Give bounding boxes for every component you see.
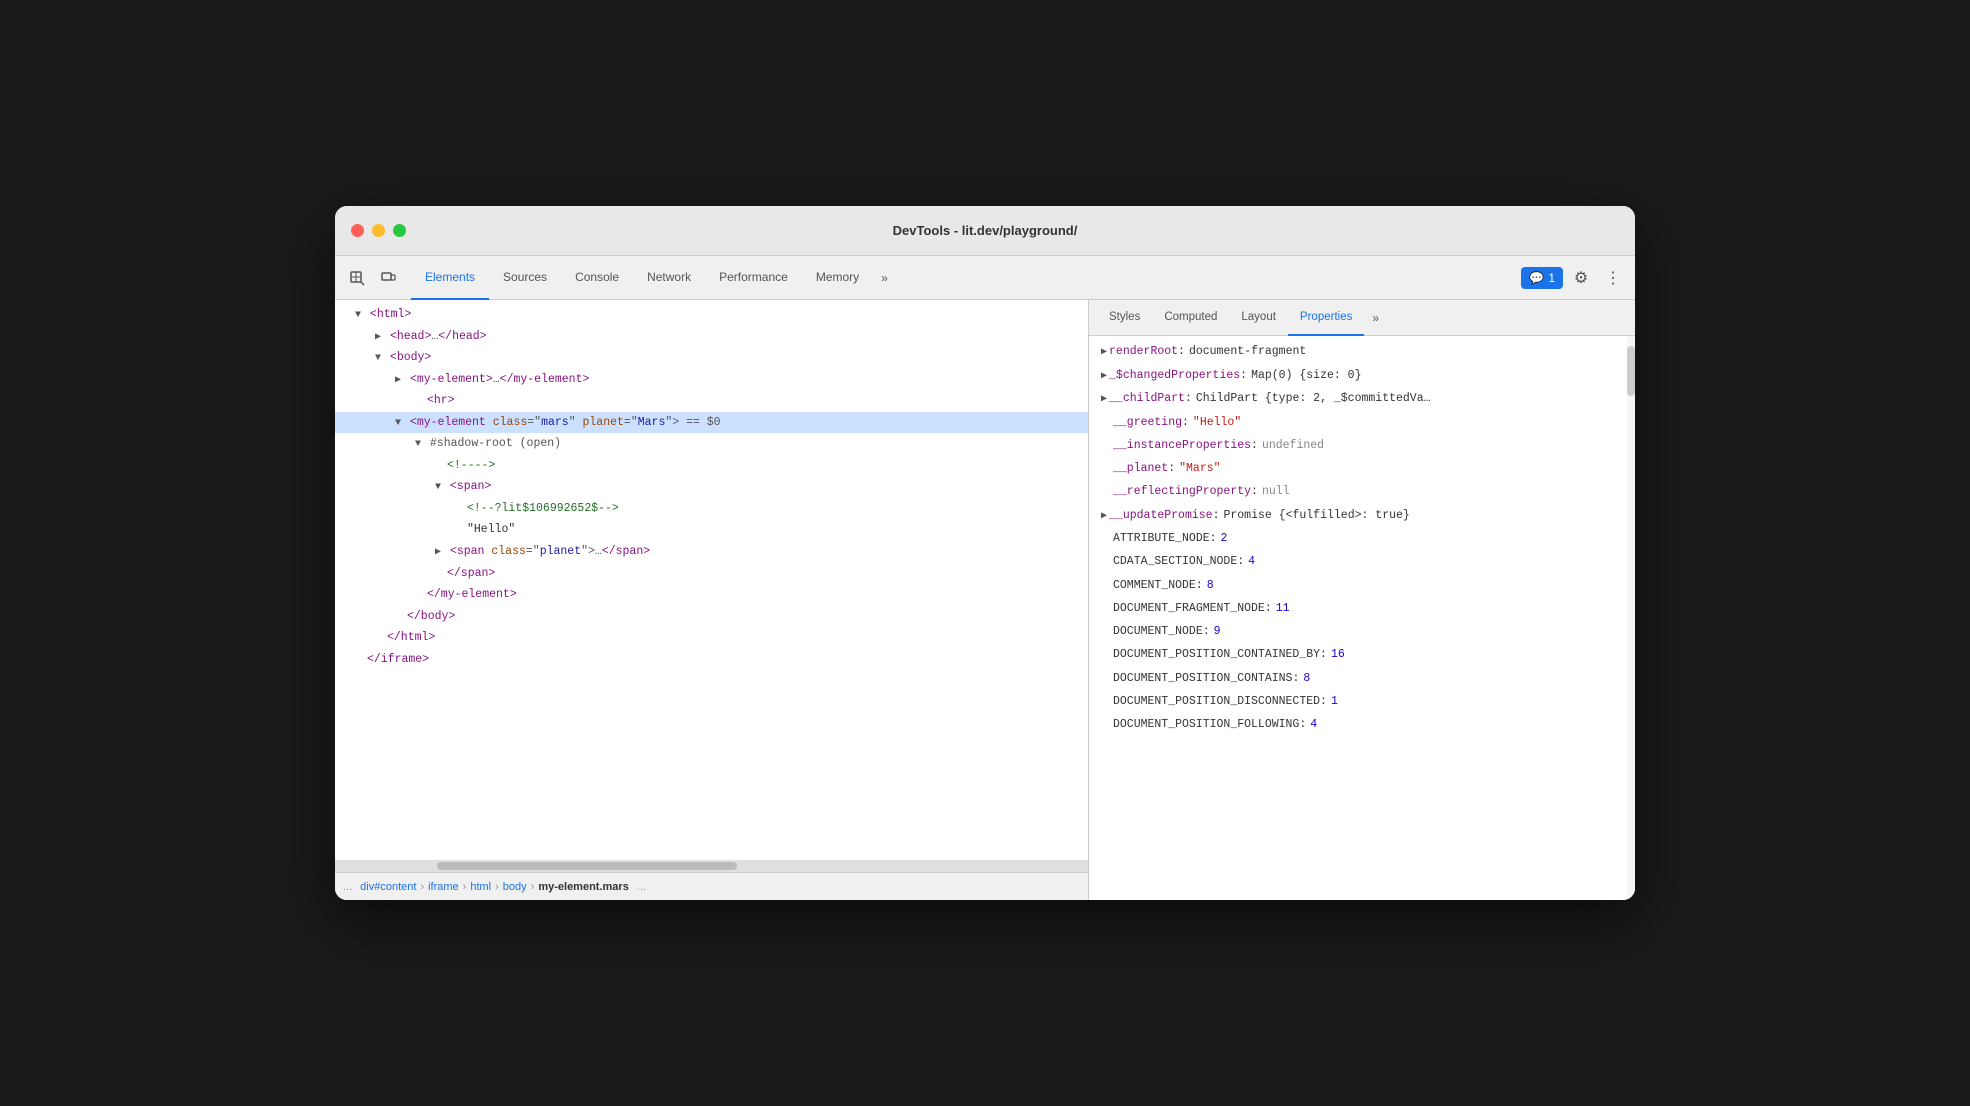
toolbar-icons (343, 264, 403, 292)
titlebar: DevTools - lit.dev/playground/ (335, 206, 1635, 256)
dom-tree[interactable]: ▼ <html> ▶ <head>…</head> ▼ <body> (335, 300, 1088, 860)
tab-elements[interactable]: Elements (411, 256, 489, 300)
dom-line-comment-1[interactable]: <!----> (335, 455, 1088, 477)
close-button[interactable] (351, 224, 364, 237)
tab-console[interactable]: Console (561, 256, 633, 300)
dom-line-my-element-selected[interactable]: ▼ <my-element class="mars" planet="Mars"… (335, 412, 1088, 434)
dom-line-hello-text[interactable]: "Hello" (335, 519, 1088, 541)
prop-instanceProperties[interactable]: __instanceProperties : undefined (1089, 434, 1635, 457)
prop-greeting[interactable]: __greeting : "Hello" (1089, 411, 1635, 434)
prop-childPart[interactable]: ▶ __childPart : ChildPart {type: 2, _$co… (1089, 387, 1635, 411)
prop-comment-node[interactable]: COMMENT_NODE : 8 (1089, 574, 1635, 597)
dom-line-close-span[interactable]: </span> (335, 563, 1088, 585)
prop-reflectingProperty[interactable]: __reflectingProperty : null (1089, 480, 1635, 503)
breadcrumb: ... div#content › iframe › html › body ›… (335, 872, 1088, 900)
tab-sources[interactable]: Sources (489, 256, 561, 300)
properties-panel: Styles Computed Layout Properties » (1089, 300, 1635, 900)
right-tab-more[interactable]: » (1364, 300, 1387, 336)
prop-renderRoot[interactable]: ▶ renderRoot : document-fragment (1089, 340, 1635, 364)
prop-document-node[interactable]: DOCUMENT_NODE : 9 (1089, 620, 1635, 643)
dom-line-close-my-element[interactable]: </my-element> (335, 584, 1088, 606)
dom-line-close-iframe[interactable]: </iframe> (335, 649, 1088, 671)
breadcrumb-item-4[interactable]: my-element.mars (538, 881, 629, 893)
tab-memory[interactable]: Memory (802, 256, 873, 300)
dom-line-close-html[interactable]: </html> (335, 627, 1088, 649)
minimize-button[interactable] (372, 224, 385, 237)
dom-line-body[interactable]: ▼ <body> (335, 347, 1088, 369)
vertical-scrollbar[interactable] (1627, 336, 1635, 900)
dom-line-hr[interactable]: <hr> (335, 390, 1088, 412)
breadcrumb-item-2[interactable]: html (470, 881, 491, 893)
tab-styles[interactable]: Styles (1097, 300, 1152, 336)
expand-icon: ▶ (375, 332, 381, 343)
dom-line-my-element-1[interactable]: ▶ <my-element>…</my-element> (335, 369, 1088, 391)
dom-line-close-body[interactable]: </body> (335, 606, 1088, 628)
content-area: ▼ <html> ▶ <head>…</head> ▼ <body> (335, 300, 1635, 900)
expand-icon[interactable]: ▶ (1101, 344, 1107, 363)
right-toolbar: 💬 1 ⚙ ⋮ (1521, 264, 1627, 292)
inspect-element-icon[interactable] (343, 264, 371, 292)
expand-icon[interactable]: ▶ (1101, 391, 1107, 410)
expand-icon: ▼ (415, 439, 421, 450)
tab-network[interactable]: Network (633, 256, 705, 300)
breadcrumb-more[interactable]: ... (637, 881, 646, 893)
dom-line-head[interactable]: ▶ <head>…</head> (335, 326, 1088, 348)
tab-layout[interactable]: Layout (1229, 300, 1288, 336)
prop-doc-pos-contained-by[interactable]: DOCUMENT_POSITION_CONTAINED_BY : 16 (1089, 643, 1635, 666)
expand-icon: ▶ (395, 375, 401, 386)
dom-line-html[interactable]: ▼ <html> (335, 304, 1088, 326)
prop-planet[interactable]: __planet : "Mars" (1089, 457, 1635, 480)
prop-doc-pos-contains[interactable]: DOCUMENT_POSITION_CONTAINS : 8 (1089, 667, 1635, 690)
prop-updatePromise[interactable]: ▶ __updatePromise : Promise {<fulfilled>… (1089, 504, 1635, 528)
prop-doc-pos-following[interactable]: DOCUMENT_POSITION_FOLLOWING : 4 (1089, 713, 1635, 736)
expand-icon: ▼ (375, 353, 381, 364)
prop-attribute-node[interactable]: ATTRIBUTE_NODE : 2 (1089, 527, 1635, 550)
tab-computed[interactable]: Computed (1152, 300, 1229, 336)
expand-icon[interactable]: ▶ (1101, 508, 1107, 527)
expand-icon: ▼ (355, 310, 361, 321)
breadcrumb-item-1[interactable]: iframe (428, 881, 459, 893)
expand-icon: ▶ (435, 547, 441, 558)
right-tab-bar: Styles Computed Layout Properties » (1089, 300, 1635, 336)
breadcrumb-item-3[interactable]: body (503, 881, 527, 893)
tab-performance[interactable]: Performance (705, 256, 802, 300)
tab-properties[interactable]: Properties (1288, 300, 1364, 336)
main-tab-bar: Elements Sources Console Network Perform… (335, 256, 1635, 300)
devtools-body: Elements Sources Console Network Perform… (335, 256, 1635, 900)
tab-more-button[interactable]: » (873, 256, 896, 300)
device-toggle-icon[interactable] (375, 264, 403, 292)
devtools-window: DevTools - lit.dev/playground/ (335, 206, 1635, 900)
dom-line-lit-comment[interactable]: <!--?lit$106992652$--> (335, 498, 1088, 520)
horizontal-scrollbar[interactable] (335, 860, 1088, 872)
scrollbar-thumb-v[interactable] (1627, 346, 1635, 396)
maximize-button[interactable] (393, 224, 406, 237)
expand-icon[interactable]: ▶ (1101, 368, 1107, 387)
dom-line-span[interactable]: ▼ <span> (335, 476, 1088, 498)
properties-content[interactable]: ▶ renderRoot : document-fragment ▶ _$cha… (1089, 336, 1635, 900)
expand-icon: ▼ (435, 482, 441, 493)
notification-icon: 💬 (1529, 271, 1544, 285)
more-options-button[interactable]: ⋮ (1599, 264, 1627, 292)
breadcrumb-item-0[interactable]: div#content (360, 881, 416, 893)
breadcrumb-dots: ... (343, 881, 352, 893)
prop-document-fragment-node[interactable]: DOCUMENT_FRAGMENT_NODE : 11 (1089, 597, 1635, 620)
prop-changedProperties[interactable]: ▶ _$changedProperties : Map(0) {size: 0} (1089, 364, 1635, 388)
scrollbar-thumb[interactable] (437, 862, 737, 870)
settings-button[interactable]: ⚙ (1567, 264, 1595, 292)
prop-doc-pos-disconnected[interactable]: DOCUMENT_POSITION_DISCONNECTED : 1 (1089, 690, 1635, 713)
prop-cdata-section-node[interactable]: CDATA_SECTION_NODE : 4 (1089, 550, 1635, 573)
dom-line-span-planet[interactable]: ▶ <span class="planet">…</span> (335, 541, 1088, 563)
window-title: DevTools - lit.dev/playground/ (893, 223, 1078, 238)
traffic-lights (351, 224, 406, 237)
dom-panel: ▼ <html> ▶ <head>…</head> ▼ <body> (335, 300, 1089, 900)
notification-button[interactable]: 💬 1 (1521, 267, 1563, 289)
expand-icon: ▼ (395, 418, 401, 429)
dom-line-shadow-root[interactable]: ▼ #shadow-root (open) (335, 433, 1088, 455)
